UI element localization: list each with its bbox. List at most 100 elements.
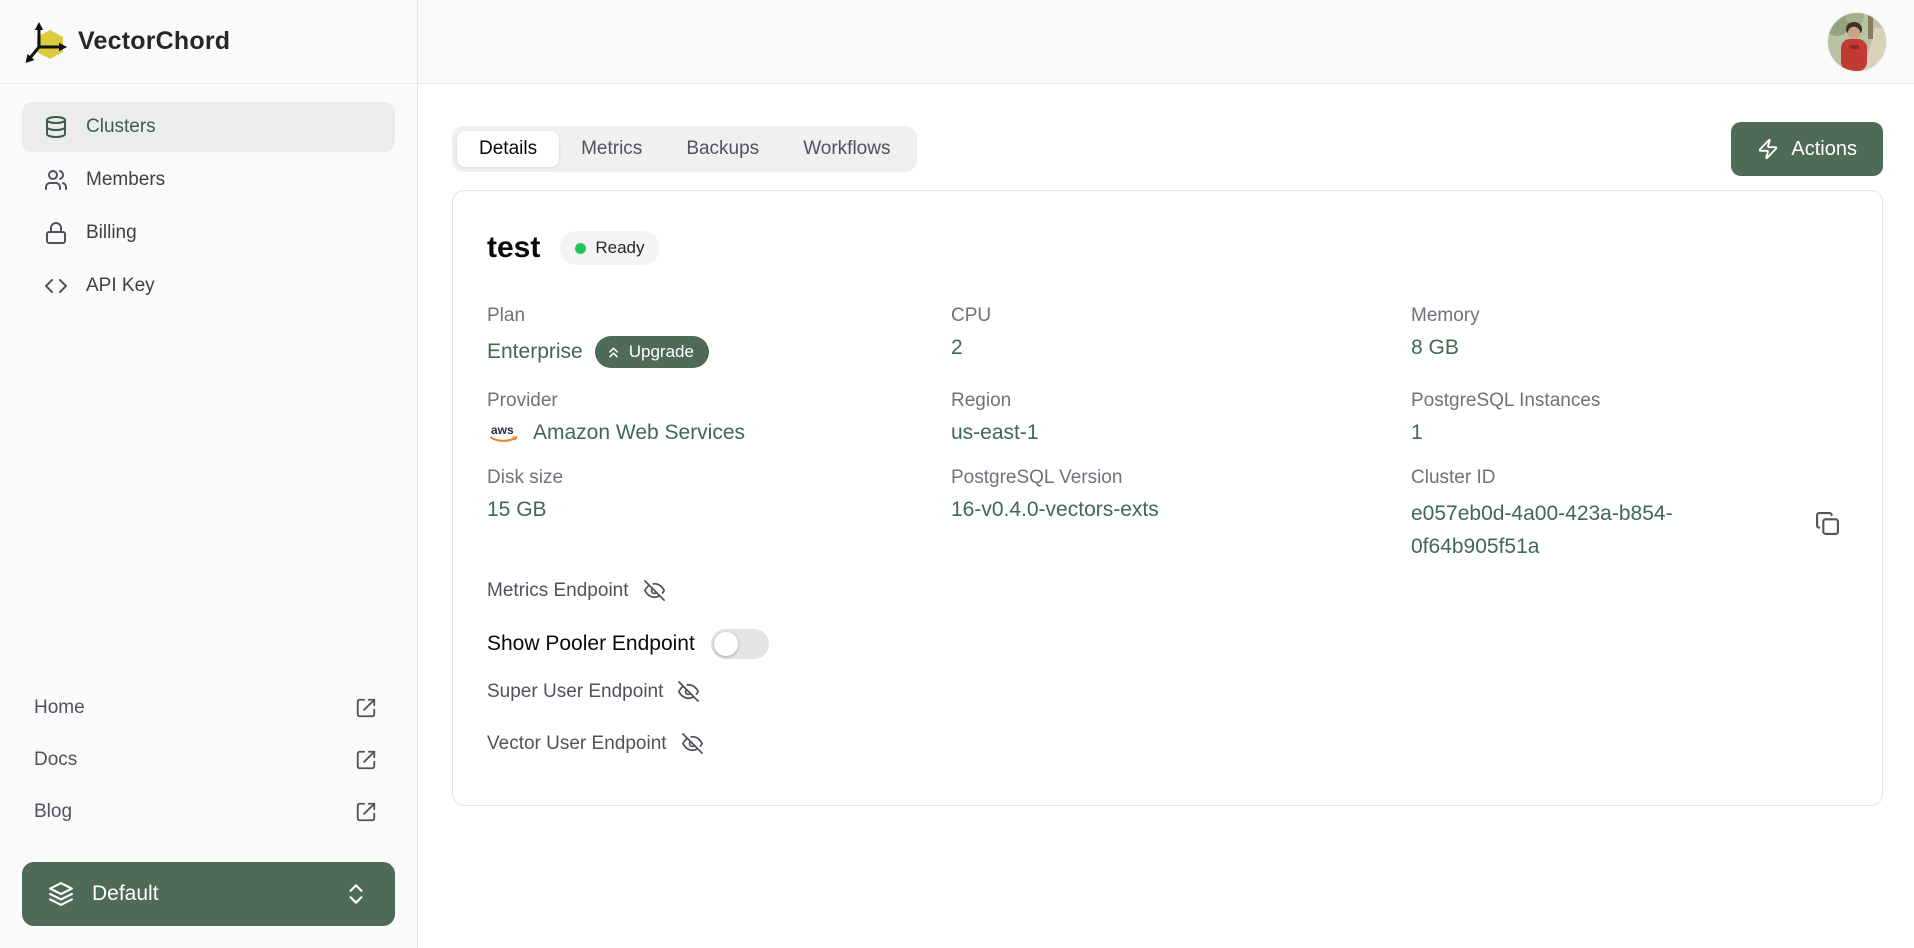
eye-off-icon[interactable] <box>677 680 700 703</box>
cluster-details-card: test Ready Plan Enterprise <box>452 190 1883 806</box>
org-switcher-button[interactable]: Default <box>22 862 395 926</box>
actions-button[interactable]: Actions <box>1731 122 1883 176</box>
sidebar-item-label: Billing <box>86 222 137 244</box>
field-label: Provider <box>487 390 951 412</box>
status-label: Ready <box>595 238 644 258</box>
field-provider: Provider aws Amazon Web Services <box>487 390 951 445</box>
tab-workflows[interactable]: Workflows <box>781 131 912 167</box>
field-value: 16-v0.4.0-vectors-exts <box>951 498 1411 522</box>
avatar-photo <box>1828 13 1886 71</box>
sidebar-spacer <box>0 311 417 682</box>
sidebar: VectorChord Clusters Members <box>0 0 418 948</box>
metrics-endpoint-row: Metrics Endpoint <box>487 579 1846 602</box>
code-icon <box>44 274 68 298</box>
field-label: Memory <box>1411 305 1846 327</box>
sidebar-link-label: Blog <box>34 801 72 823</box>
brand: VectorChord <box>0 0 417 84</box>
upgrade-badge-label: Upgrade <box>629 342 694 362</box>
app: VectorChord Clusters Members <box>0 0 1914 948</box>
user-avatar[interactable] <box>1828 13 1886 71</box>
toolbar: Details Metrics Backups Workflows Action… <box>452 122 1883 176</box>
layers-icon <box>48 881 74 907</box>
external-link-icon <box>355 697 377 719</box>
sidebar-link-label: Home <box>34 697 85 719</box>
sidebar-link-blog[interactable]: Blog <box>34 786 377 838</box>
sidebar-item-label: API Key <box>86 275 155 297</box>
field-label: Cluster ID <box>1411 467 1846 489</box>
sidebar-links: Home Docs Blog <box>0 682 417 846</box>
cluster-fields-grid: Plan Enterprise Upgrade CPU <box>487 305 1846 563</box>
pooler-toggle-label: Show Pooler Endpoint <box>487 632 695 656</box>
sidebar-nav: Clusters Members Billing <box>0 84 417 311</box>
metrics-endpoint-label: Metrics Endpoint <box>487 580 629 602</box>
vector-user-endpoint-label: Vector User Endpoint <box>487 733 667 755</box>
main: Details Metrics Backups Workflows Action… <box>418 0 1914 948</box>
copy-cluster-id-button[interactable] <box>1815 511 1840 539</box>
tab-metrics[interactable]: Metrics <box>559 131 664 167</box>
sidebar-link-docs[interactable]: Docs <box>34 734 377 786</box>
field-label: Disk size <box>487 467 951 489</box>
sidebar-link-home[interactable]: Home <box>34 682 377 734</box>
aws-logo-icon: aws <box>487 421 521 445</box>
vector-user-endpoint-row: Vector User Endpoint <box>487 732 1846 755</box>
sidebar-item-api-key[interactable]: API Key <box>22 261 395 311</box>
sidebar-item-billing[interactable]: Billing <box>22 208 395 258</box>
toggle-knob <box>714 632 738 656</box>
eye-off-icon[interactable] <box>681 732 704 755</box>
field-postgresql-instances: PostgreSQL Instances 1 <box>1411 390 1846 445</box>
field-cluster-id: Cluster ID e057eb0d-4a00-423a-b854-0f64b… <box>1411 467 1846 563</box>
field-label: Region <box>951 390 1411 412</box>
tab-backups[interactable]: Backups <box>664 131 781 167</box>
sidebar-item-label: Members <box>86 169 165 191</box>
field-region: Region us-east-1 <box>951 390 1411 445</box>
status-badge: Ready <box>560 231 659 265</box>
actions-button-label: Actions <box>1791 138 1857 161</box>
sidebar-link-label: Docs <box>34 749 77 771</box>
database-icon <box>44 115 68 139</box>
sidebar-item-label: Clusters <box>86 116 156 138</box>
brand-name: VectorChord <box>78 27 230 56</box>
super-user-endpoint-label: Super User Endpoint <box>487 681 663 703</box>
field-label: CPU <box>951 305 1411 327</box>
svg-text:aws: aws <box>491 423 514 437</box>
external-link-icon <box>355 749 377 771</box>
field-value: 15 GB <box>487 498 951 522</box>
zap-icon <box>1757 138 1779 160</box>
super-user-endpoint-row: Super User Endpoint <box>487 680 1846 703</box>
upgrade-badge[interactable]: Upgrade <box>595 336 709 368</box>
field-cpu: CPU 2 <box>951 305 1411 368</box>
pooler-toggle[interactable] <box>711 629 769 659</box>
field-label: PostgreSQL Instances <box>1411 390 1846 412</box>
tab-details[interactable]: Details <box>457 131 559 167</box>
copy-icon <box>1815 511 1840 536</box>
cluster-name: test <box>487 231 540 265</box>
pooler-endpoint-row: Show Pooler Endpoint <box>487 629 1846 659</box>
field-disk-size: Disk size 15 GB <box>487 467 951 563</box>
external-link-icon <box>355 801 377 823</box>
field-value: e057eb0d-4a00-423a-b854-0f64b905f51a <box>1411 498 1711 563</box>
sidebar-item-clusters[interactable]: Clusters <box>22 102 395 152</box>
chevrons-up-down-icon <box>343 881 369 907</box>
org-switcher-label: Default <box>92 882 325 906</box>
field-value: 2 <box>951 336 1411 360</box>
field-value: 8 GB <box>1411 336 1846 360</box>
users-icon <box>44 168 68 192</box>
field-postgresql-version: PostgreSQL Version 16-v0.4.0-vectors-ext… <box>951 467 1411 563</box>
chevrons-up-icon <box>605 344 622 361</box>
field-memory: Memory 8 GB <box>1411 305 1846 368</box>
field-label: Plan <box>487 305 951 327</box>
tab-bar: Details Metrics Backups Workflows <box>452 126 917 172</box>
field-label: PostgreSQL Version <box>951 467 1411 489</box>
vectorchord-logo-icon <box>24 19 70 65</box>
field-value: 1 <box>1411 421 1846 445</box>
endpoints-section: Metrics Endpoint Show Pooler Endpoint <box>487 579 1846 755</box>
field-plan: Plan Enterprise Upgrade <box>487 305 951 368</box>
status-dot-icon <box>575 243 586 254</box>
field-value: us-east-1 <box>951 421 1411 445</box>
eye-off-icon[interactable] <box>643 579 666 602</box>
content: Details Metrics Backups Workflows Action… <box>418 84 1914 806</box>
field-value: Amazon Web Services <box>533 421 745 445</box>
sidebar-item-members[interactable]: Members <box>22 155 395 205</box>
cluster-title-row: test Ready <box>487 231 1846 265</box>
lock-icon <box>44 221 68 245</box>
